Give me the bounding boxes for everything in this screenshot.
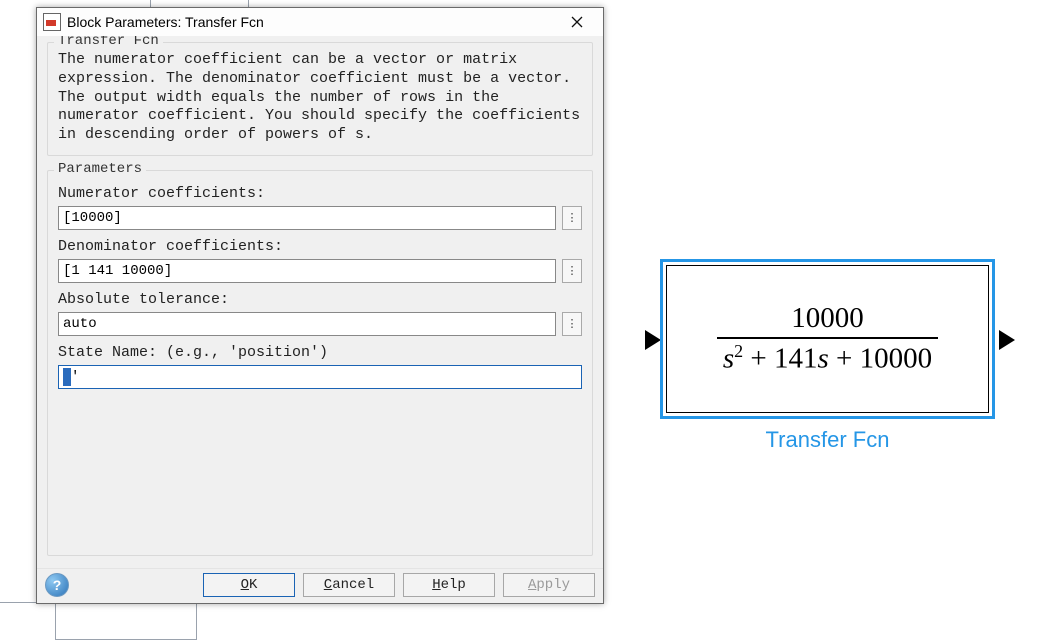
transfer-fcn-block-label[interactable]: Transfer Fcn xyxy=(660,427,995,453)
dialog-titlebar[interactable]: Block Parameters: Transfer Fcn xyxy=(37,8,603,36)
description-fieldset: Transfer Fcn The numerator coefficient c… xyxy=(47,42,593,156)
denominator-input[interactable] xyxy=(58,259,556,283)
kebab-icon: ⋮ xyxy=(567,211,578,224)
denominator-more-button[interactable]: ⋮ xyxy=(562,259,582,283)
text-cursor-icon xyxy=(63,368,71,386)
denominator-label: Denominator coefficients: xyxy=(58,238,582,255)
state-name-caret-char: ' xyxy=(71,369,79,385)
dialog-body: Transfer Fcn The numerator coefficient c… xyxy=(37,36,603,564)
abstol-input[interactable] xyxy=(58,312,556,336)
help-icon[interactable]: ? xyxy=(45,573,69,597)
description-text: The numerator coefficient can be a vecto… xyxy=(58,51,582,145)
numerator-input[interactable] xyxy=(58,206,556,230)
abstol-label: Absolute tolerance: xyxy=(58,291,582,308)
cancel-button[interactable]: Cancel xyxy=(303,573,395,597)
state-name-input[interactable]: ' xyxy=(58,365,582,389)
transfer-fcn-block-face: 10000 s2 + 141s + 10000 xyxy=(666,265,989,413)
transfer-fcn-block[interactable]: 10000 s2 + 141s + 10000 xyxy=(660,259,995,419)
parameters-legend: Parameters xyxy=(54,161,146,177)
ok-button[interactable]: OK xyxy=(203,573,295,597)
abstol-more-button[interactable]: ⋮ xyxy=(562,312,582,336)
block-parameters-dialog: Block Parameters: Transfer Fcn Transfer … xyxy=(36,7,604,604)
numerator-label: Numerator coefficients: xyxy=(58,185,582,202)
simulink-block-icon xyxy=(43,13,61,31)
parameters-fieldset: Parameters Numerator coefficients: ⋮ Den… xyxy=(47,170,593,556)
tf-denominator: s2 + 141s + 10000 xyxy=(713,339,942,376)
kebab-icon: ⋮ xyxy=(567,264,578,277)
dialog-button-row: ? OK Cancel Help Apply xyxy=(37,568,603,603)
numerator-more-button[interactable]: ⋮ xyxy=(562,206,582,230)
help-button[interactable]: Help xyxy=(403,573,495,597)
block-input-port-icon[interactable] xyxy=(645,330,661,350)
close-icon xyxy=(571,16,583,28)
block-output-port-icon[interactable] xyxy=(999,330,1015,350)
close-button[interactable] xyxy=(555,9,599,35)
description-legend: Transfer Fcn xyxy=(54,36,163,49)
transfer-function-fraction: 10000 s2 + 141s + 10000 xyxy=(713,302,942,376)
tf-numerator: 10000 xyxy=(781,302,874,337)
state-name-label: State Name: (e.g., 'position') xyxy=(58,344,582,361)
dialog-title: Block Parameters: Transfer Fcn xyxy=(67,14,264,30)
kebab-icon: ⋮ xyxy=(567,317,578,330)
apply-button[interactable]: Apply xyxy=(503,573,595,597)
